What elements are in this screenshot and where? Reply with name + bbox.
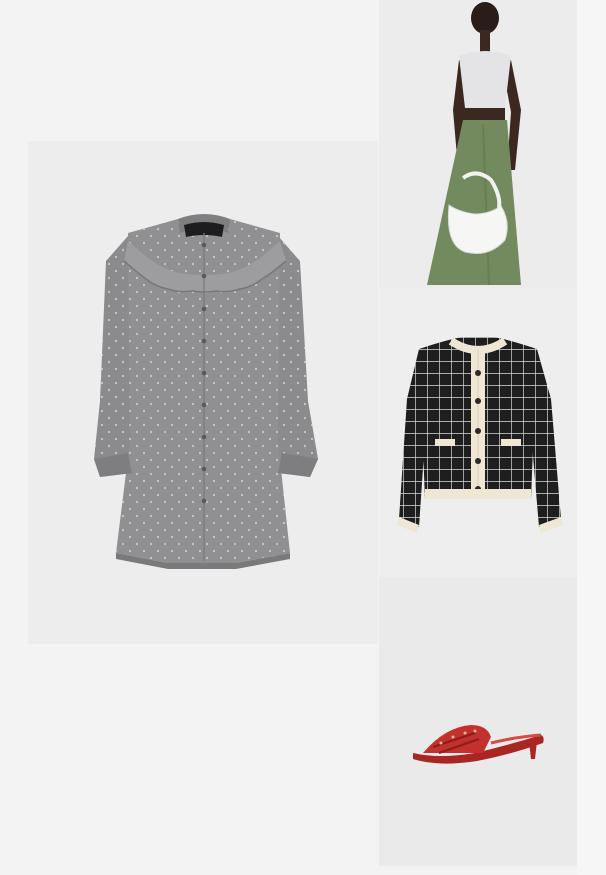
cardigan-image	[397, 337, 563, 533]
dress-image	[94, 214, 318, 569]
product-tile-dress[interactable]	[28, 141, 378, 644]
model-image	[379, 0, 577, 289]
product-tile-cardigan[interactable]	[379, 289, 577, 577]
product-tile-model[interactable]	[379, 0, 577, 289]
product-collage	[0, 0, 606, 875]
sandal-image	[413, 725, 544, 764]
right-gutter	[577, 0, 606, 875]
product-tile-sandal[interactable]	[379, 577, 577, 866]
